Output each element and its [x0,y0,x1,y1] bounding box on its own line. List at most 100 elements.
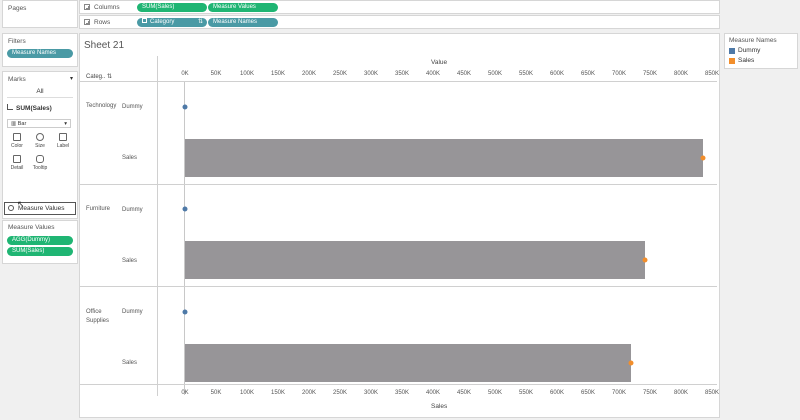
bottom-axis-tick-label: 800K [673,390,689,396]
drag-measure-values[interactable]: Measure Values [4,202,76,215]
top-axis-tick-label: 550K [518,71,534,77]
mv-pill-sum-sales[interactable]: SUM(Sales) [7,247,73,256]
bottom-axis-tick-label: 700K [611,390,627,396]
marks-all[interactable]: All [7,88,73,98]
bottom-axis-title: Sales [431,403,448,410]
top-axis-tick-label: 850K [704,71,720,77]
mark-type-value: Bar [17,121,27,127]
bottom-axis-tick-label: 450K [456,390,472,396]
row-separator-2 [80,286,717,287]
measure-values-title: Measure Values [8,224,55,231]
top-axis-tick-label: 0K [181,71,189,77]
category-label-office-supplies: Office Supplies [86,309,110,324]
rows-shelf[interactable]: Rows Category ⇅ Measure Names [79,15,720,29]
filters-panel: Filters Measure Names [2,33,78,67]
size-card[interactable]: Size [31,133,49,149]
measure-label-sales-3: Sales [122,360,138,366]
legend-label-sales[interactable]: Sales [738,57,754,64]
size-icon [36,133,44,141]
marks-dropdown-arrow-icon[interactable]: ▾ [70,75,73,82]
legend-swatch-sales[interactable] [729,58,735,64]
columns-shelf[interactable]: Columns SUM(Sales) Measure Values [79,0,720,14]
top-axis-tick-label: 800K [673,71,689,77]
sales-bar[interactable] [185,241,646,279]
mv-pill-agg-dummy[interactable]: AGG(Dummy) [7,236,73,245]
marks-title: Marks [8,76,26,83]
legend-label-dummy[interactable]: Dummy [738,47,760,54]
top-axis-tick-label: 650K [580,71,596,77]
columns-label: Columns [94,4,120,11]
measure-values-panel: Measure Values AGG(Dummy) SUM(Sales) [2,220,78,264]
pages-panel: Pages [2,0,78,28]
tooltip-card[interactable]: Tooltip [31,155,49,171]
rows-pill-measure-names[interactable]: Measure Names [208,18,278,27]
bottom-axis-tick-label: 400K [425,390,441,396]
top-axis-tick-label: 200K [301,71,317,77]
bottom-axis-tick-label: 200K [301,390,317,396]
measure-label-sales-1: Sales [122,155,138,161]
color-card[interactable]: Color [8,133,26,149]
label-card-label: Label [56,143,70,149]
sort-icon-header[interactable]: ⇅ [107,74,112,80]
bottom-axis-tick-label: 250K [332,390,348,396]
cursor-icon: ↖ [17,199,25,209]
sales-point[interactable] [642,257,648,263]
dummy-point[interactable] [182,206,188,212]
mark-type-chevron-icon: ▾ [64,121,67,127]
category-header[interactable]: Categ.. ⇅ [86,73,112,80]
legend-title: Measure Names [729,37,777,44]
value-axis-title: Value [431,59,448,66]
rows-pill-category[interactable]: Category ⇅ [137,18,207,27]
bar-type-icon: ▥ [11,121,18,127]
category-header-label: Categ.. [86,74,106,80]
measure-label-sales-2: Sales [122,258,138,264]
legend-swatch-dummy[interactable] [729,48,735,54]
columns-icon [84,4,90,10]
top-axis-tick-label: 50K [210,71,222,77]
top-axis-tick-label: 300K [363,71,379,77]
row-separator-1 [80,184,717,185]
measure-label-dummy-2: Dummy [122,207,143,213]
pages-title: Pages [8,5,27,12]
bottom-axis-tick-label: 300K [363,390,379,396]
top-axis-tick-label: 400K [425,71,441,77]
drag-measure-values-label: Measure Values [18,205,65,212]
sales-bar[interactable] [185,139,704,177]
color-icon [13,133,21,141]
filters-title: Filters [8,38,26,45]
top-axis-tick-label: 600K [549,71,565,77]
columns-pill-sum-sales[interactable]: SUM(Sales) [137,3,207,12]
bottom-axis-tick-label: 150K [270,390,286,396]
top-axis-tick-label: 150K [270,71,286,77]
sales-bar[interactable] [185,344,631,382]
bottom-axis-tick-label: 500K [487,390,503,396]
vertical-divider [157,56,158,396]
bottom-axis-tick-label: 650K [580,390,596,396]
top-axis-tick-label: 350K [394,71,410,77]
bottom-axis-tick-label: 850K [704,390,720,396]
mark-type-select[interactable]: ▥ Bar ▾ [7,119,71,128]
marks-sum-sales-label: SUM(Sales) [16,105,52,112]
dummy-point[interactable] [182,104,188,110]
measure-label-dummy-3: Dummy [122,309,143,315]
sort-icon[interactable]: ⇅ [198,18,203,27]
footer-separator [80,384,717,385]
category-label-furniture: Furniture [86,206,111,212]
legend-panel: Measure Names Dummy Sales [724,33,798,69]
dummy-point[interactable] [182,309,188,315]
sales-point[interactable] [700,155,706,161]
top-axis-tick-label: 250K [332,71,348,77]
top-axis-tick-label: 500K [487,71,503,77]
label-card[interactable]: Label [54,133,72,149]
size-card-label: Size [35,143,45,149]
bottom-axis-tick-label: 600K [549,390,565,396]
detail-card[interactable]: Detail [8,155,26,171]
sales-point[interactable] [628,360,634,366]
marks-sum-sales[interactable]: SUM(Sales) [7,104,73,114]
measure-label-dummy-1: Dummy [122,104,143,110]
columns-pill-measure-values[interactable]: Measure Values [208,3,278,12]
filter-pill-measure-names[interactable]: Measure Names [7,49,73,58]
tooltip-card-label: Tooltip [32,165,48,171]
bottom-axis-tick-label: 0K [181,390,189,396]
rows-icon [84,19,90,25]
